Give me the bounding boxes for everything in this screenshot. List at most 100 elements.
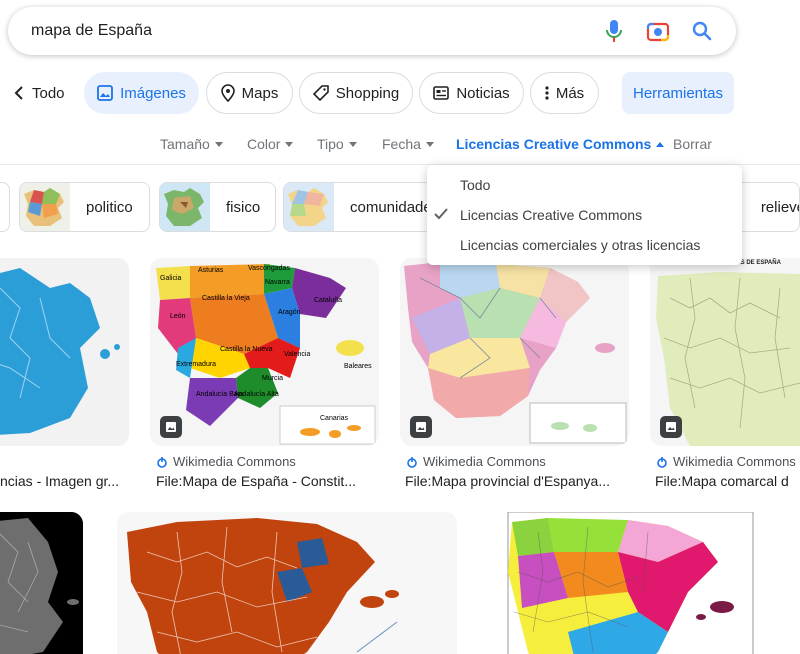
filter-size[interactable]: Tamaño	[160, 136, 223, 152]
result-title[interactable]: ncias - Imagen gr...	[0, 473, 128, 489]
map-label: Castilla la Nueva	[220, 346, 273, 353]
tab-more-label: Más	[555, 84, 585, 102]
image-badge-icon	[410, 416, 432, 438]
result-source-label: Wikimedia Commons	[673, 454, 796, 469]
map-label: Vascongadas	[248, 265, 290, 272]
map-pin-icon	[220, 84, 235, 102]
tab-images[interactable]: Imágenes	[84, 72, 199, 114]
map-label: Canarias	[320, 415, 349, 422]
chevron-left-icon	[14, 86, 23, 100]
map-thumbnail	[400, 258, 629, 446]
map-label: Extremadura	[176, 361, 216, 368]
filter-color[interactable]: Color	[247, 136, 294, 152]
image-icon	[97, 85, 113, 101]
back-to-all-tab[interactable]: Todo	[14, 72, 65, 114]
result-source: Wikimedia Commons	[656, 454, 796, 469]
filter-type[interactable]: Tipo	[317, 136, 357, 152]
tools-label: Herramientas	[632, 84, 724, 102]
map-thumbnail	[478, 512, 781, 654]
news-icon	[433, 86, 450, 100]
license-option-commercial[interactable]: Licencias comerciales y otras licencias	[427, 230, 742, 260]
tab-shopping[interactable]: Shopping	[299, 72, 413, 114]
suggestion-chip-comunidades[interactable]: comunidades	[283, 182, 433, 232]
result-source-label: Wikimedia Commons	[423, 454, 546, 469]
result-image[interactable]: Galicia Asturias Vascongadas Navarra Cat…	[150, 258, 379, 446]
image-badge-icon	[160, 416, 182, 438]
map-label: León	[170, 313, 186, 320]
caret-down-icon	[425, 141, 434, 147]
result-title[interactable]: File:Mapa comarcal d	[655, 473, 800, 489]
tab-news[interactable]: Noticias	[419, 72, 524, 114]
result-image[interactable]	[0, 258, 129, 446]
image-badge-icon	[660, 416, 682, 438]
more-vert-icon	[545, 86, 549, 100]
result-source-label: Wikimedia Commons	[173, 454, 296, 469]
result-source: Wikimedia Commons	[156, 454, 296, 469]
result-source: Wikimedia Commons	[406, 454, 546, 469]
search-icon[interactable]	[690, 19, 714, 43]
filter-color-label: Color	[247, 136, 281, 152]
filter-row: Tamaño Color Tipo Fecha Licencias Creati…	[0, 130, 800, 162]
tag-icon	[312, 85, 329, 101]
license-option-creative-commons[interactable]: Licencias Creative Commons	[427, 200, 742, 230]
map-label: Murcia	[262, 375, 283, 382]
tab-maps-label: Maps	[241, 84, 279, 102]
search-input[interactable]: mapa de España	[31, 22, 602, 40]
wikimedia-icon	[157, 456, 167, 468]
tools-button[interactable]: Herramientas	[622, 72, 734, 114]
result-image[interactable]	[0, 512, 83, 654]
filter-type-label: Tipo	[317, 136, 344, 152]
tab-more[interactable]: Más	[530, 72, 599, 114]
caret-down-icon	[285, 141, 294, 147]
suggestion-label: relieve	[760, 198, 799, 216]
wikimedia-icon	[657, 456, 667, 468]
back-tab-label: Todo	[32, 84, 65, 102]
suggestion-chip-politico[interactable]: politico	[19, 182, 150, 232]
map-thumbnail: Galicia Asturias Vascongadas Navarra Cat…	[150, 258, 379, 446]
suggestion-label: fisico	[226, 198, 261, 216]
result-title[interactable]: File:Mapa de España - Constit...	[156, 473, 380, 489]
search-bar[interactable]: mapa de España	[8, 7, 736, 55]
tab-news-label: Noticias	[456, 84, 510, 102]
map-label: Andalucía Baja	[196, 391, 243, 398]
map-label: Baleares	[344, 363, 372, 370]
camera-lens-icon[interactable]	[646, 19, 670, 43]
suggestion-chip-fisico[interactable]: fisico	[159, 182, 276, 232]
suggestion-label: politico	[86, 198, 133, 216]
caret-down-icon	[214, 141, 223, 147]
filter-clear-label: Borrar	[673, 136, 712, 152]
filter-date[interactable]: Fecha	[382, 136, 434, 152]
suggestion-thumbnail	[20, 183, 70, 231]
tab-images-label: Imágenes	[120, 84, 186, 102]
license-option-label: Todo	[460, 177, 491, 193]
caret-down-icon	[348, 141, 357, 147]
map-label: Valencia	[284, 351, 310, 358]
result-image[interactable]	[117, 512, 457, 654]
license-option-label: Licencias comerciales y otras licencias	[460, 237, 701, 253]
tab-shopping-label: Shopping	[335, 84, 400, 102]
microphone-icon[interactable]	[602, 19, 626, 43]
suggestion-thumbnail	[160, 183, 210, 231]
filter-license[interactable]: Licencias Creative Commons	[456, 136, 665, 152]
map-label: Aragón	[278, 309, 301, 316]
map-label: Asturias	[198, 267, 224, 274]
license-option-label: Licencias Creative Commons	[460, 207, 643, 223]
license-option-all[interactable]: Todo	[427, 170, 742, 200]
result-title[interactable]: File:Mapa provincial d'Espanya...	[405, 473, 629, 489]
filter-license-label: Licencias Creative Commons	[456, 136, 652, 152]
wikimedia-icon	[407, 456, 417, 468]
filter-size-label: Tamaño	[160, 136, 210, 152]
filter-date-label: Fecha	[382, 136, 421, 152]
map-thumbnail	[0, 258, 129, 446]
filter-clear[interactable]: Borrar	[673, 136, 712, 152]
suggestion-label: comunidades	[350, 198, 433, 216]
license-dropdown-menu: Todo Licencias Creative Commons Licencia…	[427, 165, 742, 265]
map-label: Castilla la Vieja	[202, 295, 250, 302]
result-image[interactable]	[478, 512, 781, 654]
tab-maps[interactable]: Maps	[206, 72, 293, 114]
caret-up-icon	[656, 141, 665, 147]
result-image[interactable]	[400, 258, 629, 446]
map-label: Navarra	[265, 279, 290, 286]
result-image[interactable]: CAS DE ESPAÑA	[650, 258, 800, 446]
suggestion-chip-partial[interactable]	[0, 182, 10, 232]
